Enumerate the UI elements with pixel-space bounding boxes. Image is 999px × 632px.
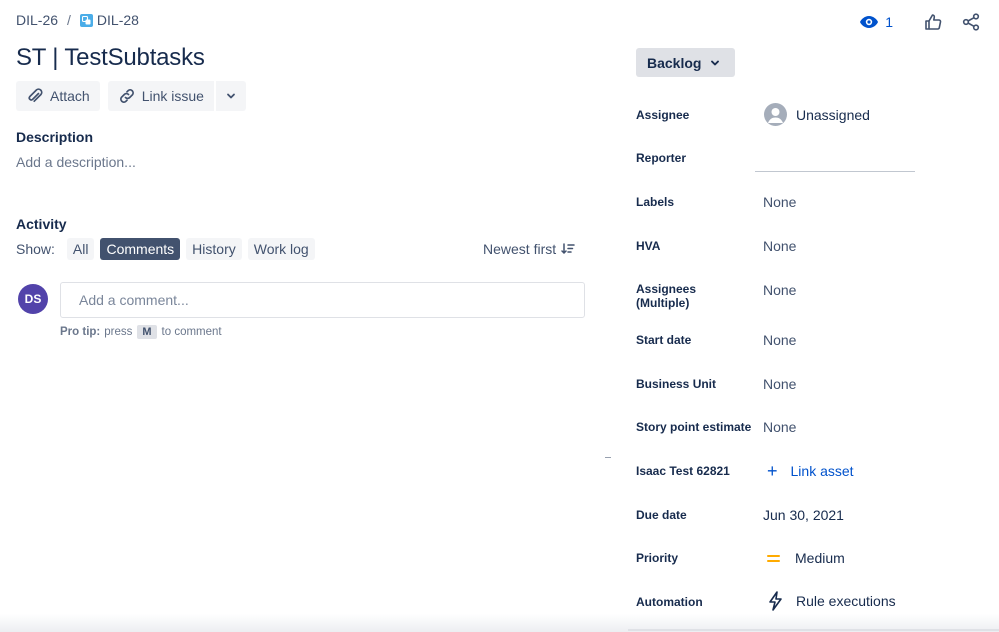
chevron-down-icon: [227, 93, 235, 99]
filter-all[interactable]: All: [66, 238, 95, 260]
priority-value: Medium: [795, 550, 845, 566]
reporter-label: Reporter: [636, 151, 687, 165]
labels-label: Labels: [636, 195, 675, 209]
priority-label: Priority: [636, 551, 679, 565]
labels-value[interactable]: None: [763, 194, 796, 210]
breadcrumb-current-link[interactable]: DIL-28: [97, 12, 139, 28]
paperclip-icon: [28, 88, 43, 103]
assignee-field[interactable]: Unassigned: [764, 103, 870, 126]
watch-count: 1: [885, 14, 893, 30]
link-issue-label: Link issue: [141, 88, 204, 104]
show-label: Show:: [16, 241, 55, 257]
status-dropdown[interactable]: Backlog: [636, 48, 736, 77]
pro-tip: Pro tip: press M to comment: [60, 325, 222, 339]
business-unit-value[interactable]: None: [763, 376, 796, 392]
automation-label: Automation: [636, 595, 703, 609]
assignee-label: Assignee: [636, 108, 690, 122]
link-icon: [119, 89, 134, 103]
isaac-test-label: Isaac Test 62821: [636, 464, 730, 478]
chevron-down-icon: [711, 60, 720, 65]
start-date-label: Start date: [636, 333, 692, 347]
sort-descending-icon: [561, 243, 575, 255]
link-issue-group: Link issue: [107, 81, 246, 111]
hva-value[interactable]: None: [763, 238, 796, 254]
issue-title[interactable]: ST | TestSubtasks: [16, 44, 205, 72]
subtask-icon: [79, 13, 93, 27]
priority-medium-icon: [767, 554, 780, 562]
lightning-bolt-icon: [769, 591, 782, 611]
assignees-multiple-label: Assignees (Multiple): [636, 282, 696, 310]
priority-field[interactable]: Medium: [767, 550, 845, 566]
unassigned-avatar-icon: [764, 103, 787, 126]
breadcrumb-parent-link[interactable]: DIL-26: [16, 12, 58, 28]
eye-icon: [860, 16, 879, 28]
share-button[interactable]: [959, 10, 983, 34]
plus-icon: +: [767, 461, 778, 481]
issue-toolbar: Attach Link issue: [16, 81, 246, 111]
breadcrumb: DIL-26 / DIL-28: [16, 12, 139, 28]
automation-value: Rule executions: [796, 593, 896, 609]
share-icon: [962, 13, 980, 31]
attach-button[interactable]: Attach: [16, 81, 100, 111]
link-asset-label: Link asset: [790, 463, 854, 479]
automation-field[interactable]: Rule executions: [768, 591, 896, 611]
start-date-value[interactable]: None: [763, 332, 796, 348]
story-point-estimate-label: Story point estimate: [636, 420, 752, 434]
assignees-multiple-value[interactable]: None: [763, 282, 796, 298]
pro-tip-press: press: [104, 326, 133, 338]
status-label: Backlog: [647, 54, 702, 71]
filter-work-log[interactable]: Work log: [247, 238, 315, 260]
assignees-multiple-label-line2: (Multiple): [636, 296, 690, 310]
activity-filter-bar: Show: All Comments History Work log: [16, 238, 315, 260]
current-user-avatar: DS: [18, 284, 48, 314]
reporter-field-underline: [755, 171, 915, 172]
description-heading: Description: [16, 129, 94, 145]
link-asset-button[interactable]: + Link asset: [767, 461, 854, 481]
activity-heading: Activity: [16, 216, 67, 232]
story-point-estimate-value[interactable]: None: [763, 419, 796, 435]
breadcrumb-separator: /: [67, 12, 71, 28]
shortcut-key: M: [137, 325, 157, 339]
issue-actions: 1: [855, 10, 983, 34]
link-issue-button[interactable]: Link issue: [107, 81, 214, 111]
pro-tip-label: Pro tip:: [60, 326, 101, 338]
sort-order-button[interactable]: Newest first: [483, 241, 575, 257]
due-date-value[interactable]: Jun 30, 2021: [763, 507, 844, 523]
sort-label: Newest first: [483, 241, 557, 257]
description-field[interactable]: Add a description...: [16, 154, 136, 170]
business-unit-label: Business Unit: [636, 377, 717, 391]
panel-resize-handle[interactable]: [605, 457, 611, 458]
watch-button[interactable]: 1: [855, 12, 897, 32]
due-date-label: Due date: [636, 508, 687, 522]
comment-input[interactable]: Add a comment...: [60, 282, 585, 318]
hva-label: HVA: [636, 239, 661, 253]
assignee-value: Unassigned: [796, 106, 870, 123]
panel-bottom-border: [628, 629, 999, 631]
pro-tip-suffix: to comment: [161, 326, 222, 338]
more-actions-button[interactable]: [215, 81, 246, 111]
vote-button[interactable]: [921, 10, 945, 34]
attach-label: Attach: [50, 88, 90, 104]
filter-comments[interactable]: Comments: [100, 238, 181, 260]
assignees-multiple-label-line1: Assignees: [636, 282, 697, 296]
filter-history[interactable]: History: [186, 238, 242, 260]
thumbs-up-icon: [925, 14, 942, 30]
